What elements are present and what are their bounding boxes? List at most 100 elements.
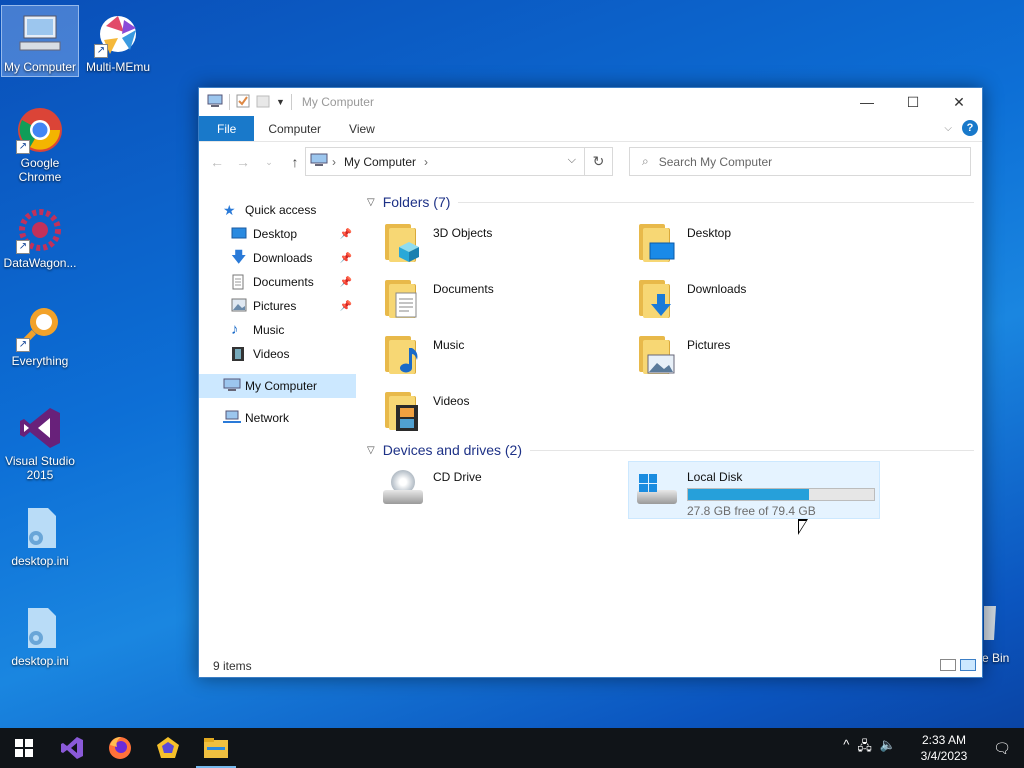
settings-file-icon: [16, 604, 64, 652]
window-title: My Computer: [301, 95, 374, 109]
nav-label: Network: [245, 411, 290, 425]
pin-icon[interactable]: 📌: [340, 253, 352, 264]
address-dropdown-icon[interactable]: ⌵: [568, 154, 576, 167]
close-button[interactable]: ✕: [936, 88, 982, 116]
folder-icon: [381, 388, 425, 432]
search-input[interactable]: Search My Computer: [659, 155, 772, 169]
taskbar-app-pentagon[interactable]: [144, 728, 192, 768]
help-icon[interactable]: ?: [962, 120, 978, 136]
computer-icon: [207, 94, 223, 111]
drive-local-disk[interactable]: Local Disk 27.8 GB free of 79.4 GB: [628, 461, 880, 519]
cube-icon: [399, 242, 419, 262]
shortcut-arrow-icon: ↗: [16, 338, 30, 352]
desktop-icon-google-chrome[interactable]: ↗ Google Chrome: [2, 102, 78, 184]
folder-desktop[interactable]: Desktop: [635, 214, 889, 270]
desktop-icon-desktop-ini-1[interactable]: desktop.ini: [2, 500, 78, 568]
folder-downloads[interactable]: Downloads: [635, 270, 889, 326]
volume-icon[interactable]: 🔈: [880, 737, 896, 759]
breadcrumb-separator-icon[interactable]: ›: [332, 155, 336, 169]
nav-downloads[interactable]: 🡇 Downloads 📌: [199, 246, 356, 270]
nav-videos[interactable]: Videos: [199, 342, 356, 366]
new-folder-icon[interactable]: [256, 94, 270, 111]
folder-documents[interactable]: Documents: [381, 270, 635, 326]
tab-computer[interactable]: Computer: [254, 116, 335, 141]
nav-pictures[interactable]: Pictures 📌: [199, 294, 356, 318]
film-icon: [231, 346, 247, 362]
taskbar: ^ 🖧 🔈 2:33 AM 3/4/2023 🗨: [0, 728, 1024, 768]
customize-toolbar-icon[interactable]: ▼: [276, 97, 285, 107]
desktop-icon-multi-memu[interactable]: ↗ Multi-MEmu: [80, 6, 156, 74]
breadcrumb-separator-icon[interactable]: ›: [424, 155, 428, 169]
taskbar-firefox[interactable]: [96, 728, 144, 768]
expand-ribbon-icon[interactable]: ⌵: [944, 123, 952, 134]
collapse-chevron-icon[interactable]: ▽: [367, 445, 375, 456]
desktop-icon-label: desktop.ini: [11, 654, 69, 668]
visual-studio-icon: [61, 737, 83, 759]
search-box[interactable]: ⌕ Search My Computer: [629, 147, 971, 176]
back-arrow-icon[interactable]: ←: [207, 154, 227, 170]
taskbar-visual-studio[interactable]: [48, 728, 96, 768]
pin-icon[interactable]: 📌: [340, 229, 352, 240]
folder-name: Documents: [433, 282, 494, 296]
download-arrow-icon: [651, 294, 671, 316]
notification-center-icon[interactable]: 🗨: [980, 740, 1024, 757]
nav-desktop[interactable]: Desktop 📌: [199, 222, 356, 246]
maximize-button[interactable]: ☐: [890, 88, 936, 116]
drive-name: Local Disk: [687, 470, 743, 484]
recycle-bin-icon: [984, 606, 996, 640]
desktop-icon-recycle-bin[interactable]: e Bin: [982, 600, 1012, 665]
divider: [229, 94, 230, 110]
show-hidden-icons-icon[interactable]: ^: [843, 737, 849, 759]
nav-documents[interactable]: Documents 📌: [199, 270, 356, 294]
forward-arrow-icon[interactable]: →: [233, 154, 253, 170]
properties-icon[interactable]: [236, 94, 250, 111]
folder-music[interactable]: Music: [381, 326, 635, 382]
tab-file[interactable]: File: [199, 116, 255, 141]
nav-music[interactable]: ♪ Music: [199, 318, 356, 342]
devices-group-header[interactable]: ▽ Devices and drives (2): [359, 438, 982, 462]
pin-icon[interactable]: 📌: [340, 277, 352, 288]
desktop-icon-desktop-ini-2[interactable]: desktop.ini: [2, 600, 78, 668]
details-view-icon[interactable]: [940, 659, 956, 671]
nav-my-computer[interactable]: My Computer: [199, 374, 356, 398]
title-bar[interactable]: ▼ My Computer — ☐ ✕: [199, 88, 982, 116]
firefox-icon: [109, 737, 131, 759]
computer-icon: [16, 10, 64, 58]
collapse-chevron-icon[interactable]: ▽: [367, 197, 375, 208]
folder-name: Desktop: [687, 226, 732, 240]
explorer-window[interactable]: ▼ My Computer — ☐ ✕ File Computer View ⌵…: [198, 87, 983, 678]
desktop-icon-everything[interactable]: ↗ Everything: [2, 300, 78, 368]
desktop-icon-visual-studio[interactable]: Visual Studio 2015: [2, 400, 78, 482]
nav-quick-access[interactable]: ★ Quick access: [199, 198, 356, 222]
clock-time: 2:33 AM: [921, 733, 967, 747]
drive-cd[interactable]: CD Drive: [381, 462, 635, 518]
up-arrow-icon[interactable]: ↑: [285, 154, 305, 170]
breadcrumb-my-computer[interactable]: My Computer: [344, 155, 416, 169]
folders-group-header[interactable]: ▽ Folders (7): [359, 190, 982, 214]
recent-locations-icon[interactable]: ⌄: [259, 157, 279, 168]
clock[interactable]: 2:33 AM 3/4/2023: [908, 732, 980, 764]
folder-videos[interactable]: Videos: [381, 382, 635, 438]
network-icon[interactable]: 🖧: [857, 737, 872, 759]
minimize-button[interactable]: —: [844, 88, 890, 116]
navigation-pane: ★ Quick access Desktop 📌 🡇 Downloads 📌 D…: [199, 198, 356, 430]
taskbar-file-explorer[interactable]: [192, 728, 240, 768]
start-button[interactable]: [0, 728, 48, 768]
folder-pictures[interactable]: Pictures: [635, 326, 889, 382]
monitor-icon: [649, 242, 675, 260]
tab-view[interactable]: View: [335, 116, 389, 141]
address-bar[interactable]: › My Computer › ⌵ ↻: [305, 147, 613, 176]
nav-network[interactable]: Network: [199, 406, 356, 430]
desktop-icon-my-computer[interactable]: My Computer: [1, 5, 79, 77]
desktop-icon-label: Visual Studio 2015: [5, 454, 75, 482]
large-icons-view-icon[interactable]: [960, 659, 976, 671]
nav-label: Quick access: [245, 203, 317, 217]
folder-3d-objects[interactable]: 3D Objects: [381, 214, 635, 270]
refresh-icon[interactable]: ↻: [584, 148, 612, 175]
view-switcher: [940, 659, 976, 671]
pin-icon[interactable]: 📌: [340, 301, 352, 312]
group-title: Devices and drives (2): [382, 442, 522, 458]
disk-usage-fill: [688, 489, 809, 500]
desktop-icon-datawagon[interactable]: ↗ DataWagon...: [2, 202, 78, 270]
document-icon: [395, 292, 417, 318]
